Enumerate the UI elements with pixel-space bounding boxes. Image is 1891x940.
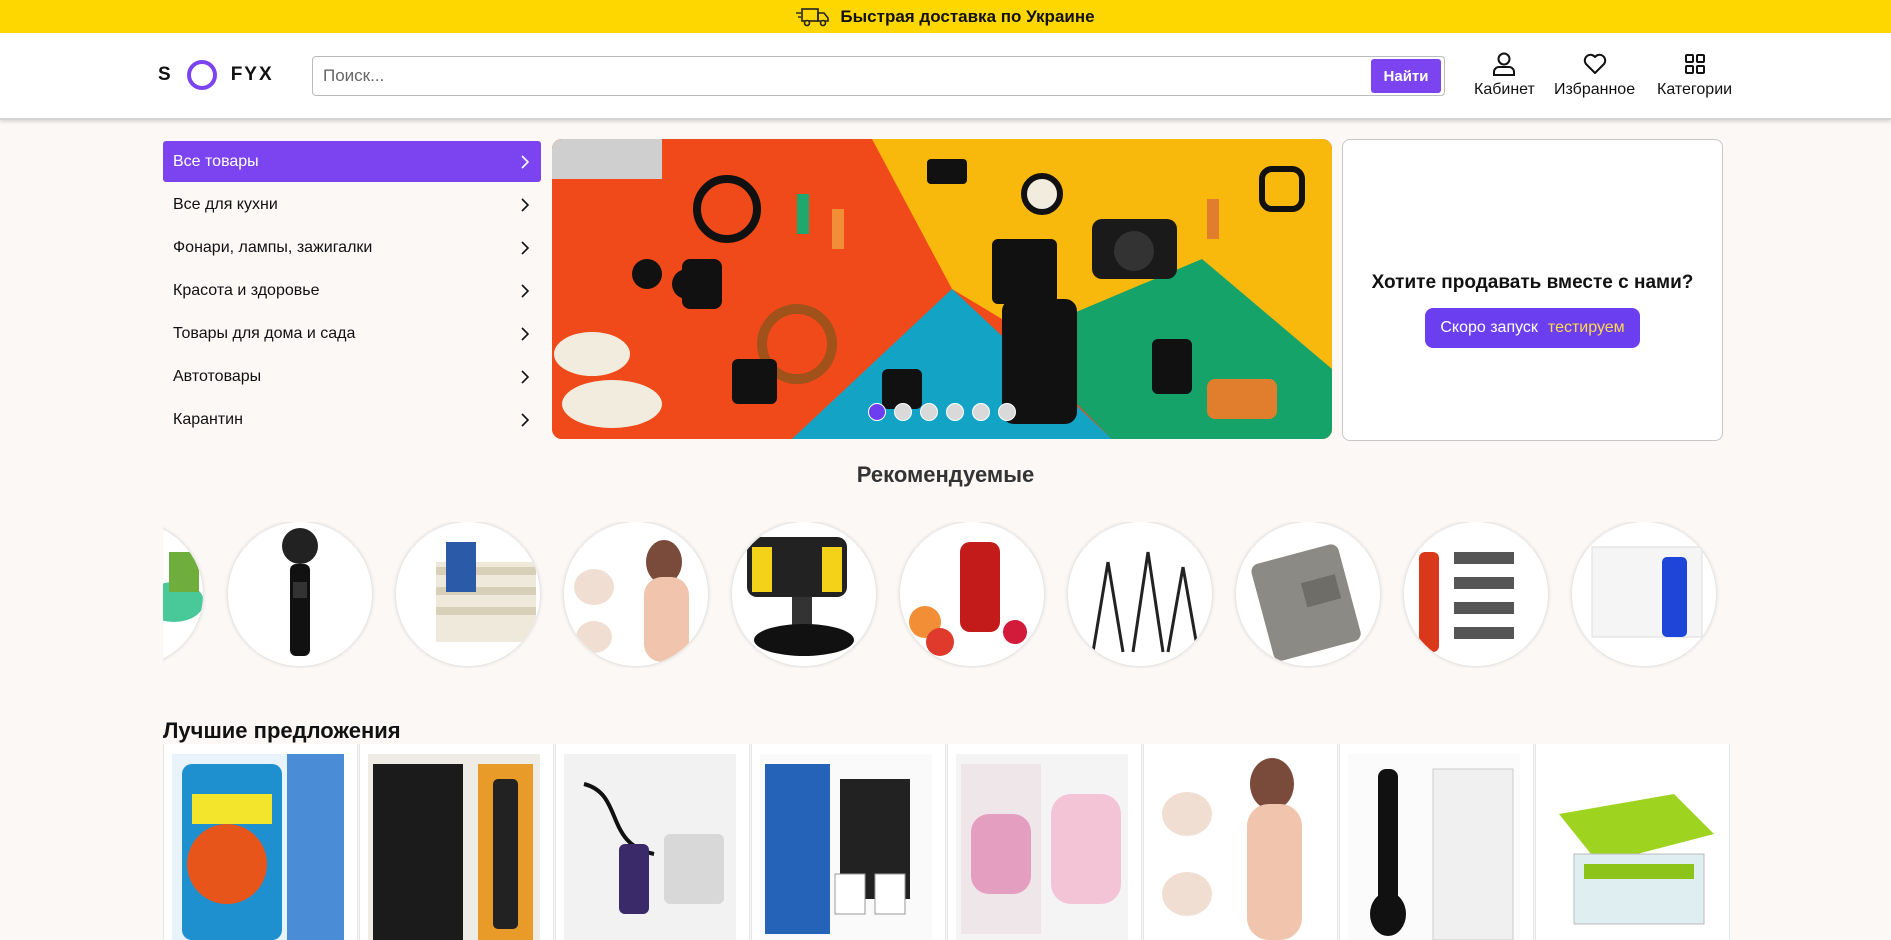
best-offers-grid [163, 744, 1730, 940]
recommended-title: Рекомендуемые [856, 462, 1035, 487]
best-offers-title: Лучшие предложения [163, 718, 401, 743]
chevron-right-icon [521, 369, 530, 384]
product-thumb-wallet[interactable] [1236, 522, 1380, 666]
product-image [1348, 754, 1520, 940]
product-thumb-microphone[interactable] [228, 522, 372, 666]
search-button[interactable]: Найти [1371, 59, 1441, 93]
chevron-right-icon [521, 240, 530, 255]
product-card[interactable] [1143, 744, 1338, 940]
product-image [1544, 754, 1716, 940]
carousel-dot[interactable] [920, 403, 938, 421]
product-card[interactable] [947, 744, 1142, 940]
product-thumb-juicer[interactable] [900, 522, 1044, 666]
search-bar: Найти [312, 56, 1445, 96]
product-card[interactable] [163, 744, 358, 940]
category-sidebar: Все товары Все для кухни Фонари, лампы, … [163, 141, 541, 442]
product-thumb-trimmer[interactable] [1404, 522, 1548, 666]
carousel-dot[interactable] [946, 403, 964, 421]
chevron-right-icon [521, 197, 530, 212]
product-image [172, 754, 344, 940]
sidebar-item-label: Фонари, лампы, зажигалки [173, 238, 373, 256]
product-image [1152, 754, 1324, 940]
sidebar-item-all[interactable]: Все товары [163, 141, 541, 182]
nav-account[interactable]: Кабинет [1474, 51, 1535, 99]
truck-icon [796, 7, 830, 26]
carousel-dot[interactable] [998, 403, 1016, 421]
site-header: S FYX Найти Кабинет Избранное Категории [0, 33, 1891, 120]
sidebar-item-label: Все товары [173, 152, 259, 170]
nav-categories-label: Категории [1657, 81, 1733, 98]
sidebar-item-label: Все для кухни [173, 195, 278, 213]
nav-account-label: Кабинет [1474, 81, 1535, 98]
carousel-dot[interactable] [972, 403, 990, 421]
chevron-right-icon [521, 412, 530, 427]
grid-icon [1684, 54, 1705, 74]
testing-tag: тестируем [1547, 319, 1625, 336]
product-image [368, 754, 540, 940]
sidebar-item-label: Карантин [173, 410, 243, 428]
carousel-dot[interactable] [894, 403, 912, 421]
nav-categories[interactable]: Категории [1657, 51, 1732, 99]
logo-ring-icon [186, 60, 217, 90]
sidebar-item-home-garden[interactable]: Товары для дома и сада [163, 313, 541, 354]
product-card[interactable] [1339, 744, 1534, 940]
sidebar-item-lights[interactable]: Фонари, лампы, зажигалки [163, 227, 541, 268]
sidebar-item-label: Товары для дома и сада [173, 324, 356, 342]
chevron-right-icon [521, 283, 530, 298]
product-image [956, 754, 1128, 940]
carousel-dot[interactable] [868, 403, 886, 421]
heart-icon [1583, 53, 1606, 74]
launch-soon-button[interactable]: Скоро запуск тестируем [1425, 308, 1640, 348]
product-card[interactable] [359, 744, 554, 940]
recommended-carousel [163, 522, 1723, 668]
sell-with-us-card: Хотите продавать вместе с нами? Скоро за… [1342, 139, 1723, 441]
product-image [760, 754, 932, 940]
product-image [564, 754, 736, 940]
banner-image [552, 139, 1332, 439]
hero-carousel[interactable] [552, 139, 1332, 439]
sell-title: Хотите продавать вместе с нами? [1371, 272, 1694, 293]
sidebar-item-kitchen[interactable]: Все для кухни [163, 184, 541, 225]
product-thumb-insoles[interactable] [396, 522, 540, 666]
product-thumb-sponge[interactable] [163, 522, 203, 666]
sidebar-item-label: Красота и здоровье [173, 281, 320, 299]
nav-favorites-label: Избранное [1554, 81, 1636, 98]
sidebar-item-quarantine[interactable]: Карантин [163, 399, 541, 440]
product-card[interactable] [555, 744, 750, 940]
delivery-banner: Быстрая доставка по Украине [0, 0, 1891, 33]
chevron-right-icon [521, 326, 530, 341]
search-input[interactable] [313, 57, 1371, 95]
sidebar-item-label: Автотовары [173, 367, 262, 385]
site-logo[interactable]: S FYX [158, 55, 274, 95]
nav-favorites[interactable]: Избранное [1554, 51, 1635, 99]
chevron-right-icon [521, 154, 530, 169]
logo-letter: S [158, 64, 173, 85]
product-card[interactable] [1535, 744, 1730, 940]
delivery-text: Быстрая доставка по Украине [840, 6, 1095, 26]
product-card[interactable] [751, 744, 946, 940]
user-icon [1493, 52, 1516, 76]
product-thumb-tripods[interactable] [1068, 522, 1212, 666]
product-thumb-phone-holder[interactable] [732, 522, 876, 666]
product-thumb-lighter[interactable] [1572, 522, 1716, 666]
logo-letters: FYX [230, 64, 274, 85]
product-thumb-bra[interactable] [564, 522, 708, 666]
launch-soon-label: Скоро запуск [1440, 319, 1538, 336]
carousel-dots [868, 403, 1016, 421]
sidebar-item-beauty[interactable]: Красота и здоровье [163, 270, 541, 311]
sidebar-item-auto[interactable]: Автотовары [163, 356, 541, 397]
